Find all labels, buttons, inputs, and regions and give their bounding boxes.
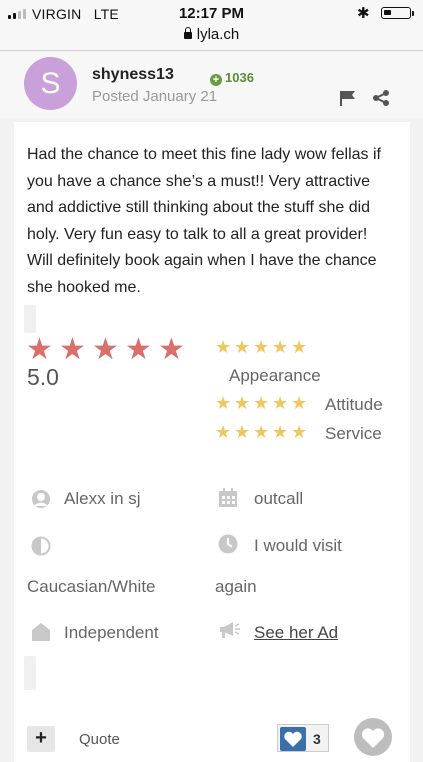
see-her-ad-link[interactable]: See her Ad	[254, 623, 338, 643]
status-bar: VIRGIN LTE 12:17 PM lyla.ch ✱	[0, 0, 423, 51]
star-icon: ★	[291, 337, 308, 357]
clock-icon	[218, 534, 238, 554]
star-icon: ★	[215, 422, 232, 442]
post-date: Posted January 21	[92, 88, 218, 105]
star-icon: ★	[253, 393, 270, 413]
star-icon: ★	[272, 337, 289, 357]
appearance-label: Appearance	[229, 366, 321, 385]
quote-button[interactable]: Quote	[79, 731, 120, 748]
star-icon: ★	[215, 393, 232, 413]
multi-quote-button[interactable]: +	[27, 726, 55, 752]
calendar-icon	[219, 488, 237, 507]
overall-rating-stars: ★ ★ ★ ★ ★	[26, 333, 190, 366]
star-icon: ★	[234, 337, 251, 357]
address-bar[interactable]: lyla.ch	[0, 26, 423, 43]
star-icon: ★	[291, 393, 308, 413]
star-icon: ★	[125, 333, 152, 366]
like-count: 3	[313, 731, 321, 747]
appearance-stars: ★ ★ ★ ★ ★	[215, 338, 310, 356]
react-button[interactable]	[354, 718, 392, 756]
star-icon: ★	[253, 422, 270, 442]
lock-icon	[183, 27, 192, 39]
like-icon[interactable]	[280, 727, 306, 751]
contrast-icon	[31, 536, 51, 556]
attitude-stars: ★ ★ ★ ★ ★	[215, 394, 310, 412]
star-icon: ★	[92, 333, 119, 366]
bluetooth-icon: ✱	[357, 5, 370, 22]
service-stars: ★ ★ ★ ★ ★	[215, 423, 310, 441]
avatar[interactable]: S	[24, 57, 77, 110]
share-icon[interactable]	[372, 90, 390, 106]
star-icon: ★	[158, 333, 185, 366]
call-type: outcall	[254, 489, 304, 508]
overall-score: 5.0	[27, 364, 59, 390]
star-icon: ★	[291, 422, 308, 442]
username-link[interactable]: shyness13	[92, 66, 174, 84]
visit-again-line2: again	[215, 577, 257, 596]
plus-circle-icon: +	[210, 74, 222, 86]
megaphone-icon	[220, 622, 240, 638]
service-label: Service	[325, 424, 382, 443]
home-icon	[32, 623, 50, 641]
flag-icon[interactable]	[339, 90, 357, 106]
star-icon: ★	[59, 333, 86, 366]
attitude-label: Attitude	[325, 395, 383, 414]
agency-type: Independent	[64, 623, 159, 642]
quote-bar	[24, 656, 36, 690]
user-icon	[32, 490, 50, 508]
post-body: Had the chance to meet this fine lady wo…	[27, 146, 381, 296]
reputation-badge: +1036	[210, 70, 254, 86]
star-icon: ★	[234, 393, 251, 413]
quote-bar	[24, 305, 36, 333]
star-icon: ★	[215, 337, 232, 357]
provider-name: Alexx in sj	[64, 489, 141, 508]
star-icon: ★	[234, 422, 251, 442]
star-icon: ★	[253, 337, 270, 357]
url-text: lyla.ch	[196, 26, 240, 43]
visit-again-line1: I would visit	[254, 536, 342, 555]
ethnicity: Caucasian/White	[27, 577, 156, 596]
battery-icon	[381, 7, 414, 19]
star-icon: ★	[26, 333, 53, 366]
star-icon: ★	[272, 393, 289, 413]
star-icon: ★	[272, 422, 289, 442]
